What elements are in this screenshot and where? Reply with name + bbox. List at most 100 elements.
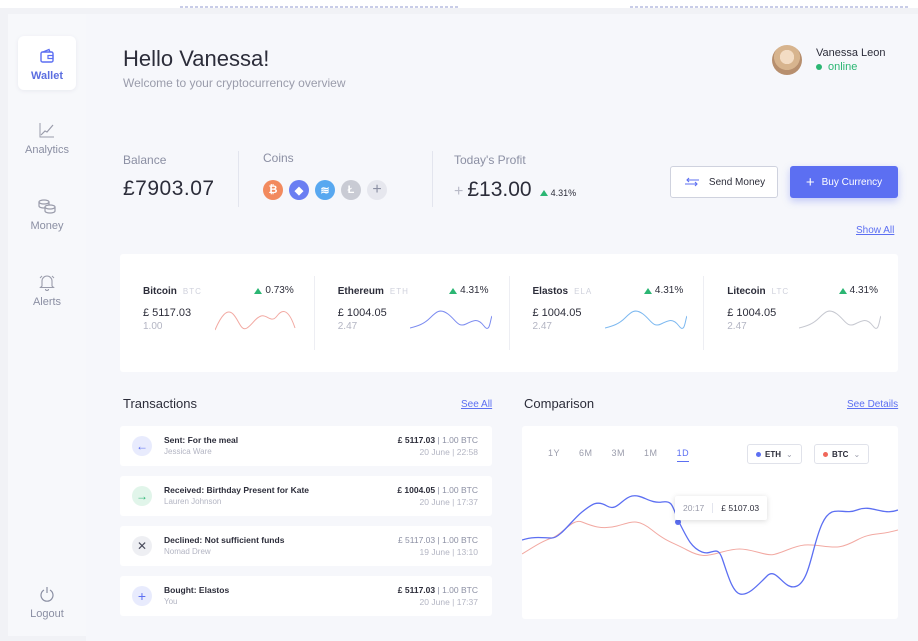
up-arrow-icon — [254, 287, 263, 294]
coins-icon — [37, 195, 57, 217]
profit-value: £13.00 — [467, 178, 532, 201]
send-money-button[interactable]: Send Money — [670, 166, 778, 198]
arrow-right-icon: → — [132, 486, 152, 506]
sidebar-item-alerts[interactable]: Alerts — [18, 262, 76, 316]
market-card-ethereum[interactable]: Ethereum ETH 4.31% £ 1004.05 2.47 — [315, 276, 510, 350]
market-card-elastos[interactable]: Elastos ELA 4.31% £ 1004.05 2.47 — [510, 276, 705, 350]
coin-list: ₿ ◆ ≋ Ł + — [263, 180, 393, 200]
avatar[interactable] — [772, 45, 802, 75]
market-card-bitcoin[interactable]: Bitcoin BTC 0.73% £ 5117.03 1.00 — [120, 276, 315, 350]
sparkline-ethereum — [409, 310, 492, 329]
buy-currency-button[interactable]: + Buy Currency — [790, 166, 898, 198]
transaction-row[interactable]: → Received: Birthday Present for Kate La… — [120, 476, 492, 516]
transaction-party: Lauren Johnson — [164, 497, 222, 506]
logout-button[interactable]: Logout — [18, 574, 76, 628]
user-status: online — [816, 61, 886, 73]
page-title: Hello Vanessa! — [123, 46, 270, 71]
profit-sign: + — [454, 183, 464, 200]
see-details-link[interactable]: See Details — [847, 399, 898, 410]
btc-series-line — [522, 520, 898, 556]
buy-currency-label: Buy Currency — [821, 176, 883, 188]
chart-icon — [38, 119, 56, 141]
chart-tooltip: 20:17 £ 5107.03 — [675, 496, 768, 520]
page-subtitle: Welcome to your cryptocurrency overview — [123, 76, 346, 90]
transaction-amount: £ 5117.03 | 1.00 BTC — [397, 585, 478, 595]
tooltip-value: £ 5107.03 — [721, 503, 760, 513]
comparison-title: Comparison — [524, 396, 595, 411]
market-amount: 1.00 — [143, 321, 163, 332]
balance-value: £7903.07 — [123, 177, 215, 200]
market-price: £ 5117.03 — [143, 307, 192, 319]
ethereum-coin-icon[interactable]: ◆ — [289, 180, 309, 200]
transactions-title: Transactions — [123, 396, 197, 411]
user-profile[interactable]: Vanessa Leon online — [772, 45, 886, 75]
market-change: 0.73% — [254, 285, 294, 296]
market-price: £ 1004.05 — [727, 307, 777, 319]
sidebar-item-money[interactable]: Money — [18, 186, 76, 240]
transaction-row[interactable]: ← Sent: For the meal Jessica Ware £ 5117… — [120, 426, 492, 466]
logout-label: Logout — [30, 607, 64, 620]
market-name: Elastos ELA — [532, 286, 593, 297]
transaction-amount: £ 5117.03 | 1.00 BTC — [397, 535, 478, 545]
profit-change: 4.31% — [539, 188, 577, 198]
comparison-chart — [522, 495, 898, 595]
transaction-title: Bought: Elastos — [164, 585, 230, 595]
main-panel: Hello Vanessa! Welcome to your cryptocur… — [86, 14, 918, 641]
power-icon — [39, 583, 55, 605]
market-cards: Bitcoin BTC 0.73% £ 5117.03 1.00 Ethereum… — [120, 254, 898, 372]
elastos-coin-icon[interactable]: ≋ — [315, 180, 335, 200]
add-coin-button[interactable]: + — [367, 180, 387, 200]
market-price: £ 1004.05 — [532, 307, 582, 319]
user-name: Vanessa Leon — [816, 47, 886, 59]
sidebar-item-wallet[interactable]: Wallet — [18, 36, 76, 90]
litecoin-coin-icon[interactable]: Ł — [341, 180, 361, 200]
sidebar-item-label: Money — [30, 219, 64, 232]
online-dot-icon — [816, 64, 822, 70]
sidebar: Wallet Analytics Money Alerts Logout — [8, 14, 86, 636]
transaction-party: Jessica Ware — [164, 447, 212, 456]
profit-change-text: 4.31% — [550, 188, 577, 198]
plus-icon: + — [132, 586, 152, 606]
transaction-row[interactable]: + Bought: Elastos You £ 5117.03 | 1.00 B… — [120, 576, 492, 616]
profit-label: Today's Profit — [454, 153, 526, 167]
sidebar-item-label: Analytics — [24, 143, 70, 156]
market-change: 4.31% — [643, 285, 683, 296]
transaction-title: Received: Birthday Present for Kate — [164, 485, 310, 495]
close-icon: ✕ — [132, 536, 152, 556]
market-name: Litecoin LTC — [727, 286, 790, 297]
transaction-amount: £ 1004.05 | 1.00 BTC — [397, 485, 478, 495]
sidebar-item-label: Alerts — [32, 295, 62, 308]
up-arrow-icon — [643, 287, 652, 294]
transaction-amount: £ 5117.03 | 1.00 BTC — [397, 435, 478, 445]
up-arrow-icon — [449, 287, 458, 294]
market-amount: 2.47 — [727, 321, 747, 332]
plus-icon: + — [805, 173, 815, 191]
transaction-date: 20 June | 22:58 — [419, 447, 478, 457]
market-amount: 2.47 — [337, 321, 358, 332]
market-name: Bitcoin BTC — [143, 286, 202, 297]
market-name: Ethereum ETH — [337, 286, 409, 297]
tooltip-time: 20:17 — [675, 503, 714, 513]
market-change: 4.31% — [838, 285, 878, 296]
bell-icon — [39, 271, 55, 293]
transaction-date: 19 June | 13:10 — [419, 547, 478, 557]
bitcoin-coin-icon[interactable]: ₿ — [263, 180, 283, 200]
sparkline-bitcoin — [215, 311, 296, 331]
user-status-text: online — [828, 61, 858, 73]
sidebar-item-analytics[interactable]: Analytics — [18, 110, 76, 164]
transfer-icon — [683, 176, 701, 188]
transaction-title: Declined: Not sufficient funds — [164, 535, 285, 545]
transaction-row[interactable]: ✕ Declined: Not sufficient funds Nomad D… — [120, 526, 492, 566]
send-money-label: Send Money — [708, 176, 766, 188]
sidebar-item-label: Wallet — [31, 69, 63, 82]
coins-label: Coins — [263, 151, 294, 165]
transaction-title: Sent: For the meal — [164, 435, 239, 445]
market-change: 4.31% — [449, 285, 489, 296]
see-all-link[interactable]: See All — [461, 399, 492, 410]
transaction-party: Nomad Drew — [164, 547, 211, 556]
sparkline-litecoin — [799, 310, 882, 329]
market-card-litecoin[interactable]: Litecoin LTC 4.31% £ 1004.05 2.47 — [704, 276, 898, 350]
comparison-chart-card: 1Y 6M 3M 1M 1D ETH ⌄ BTC ⌄ 20:17 £ 5107.… — [522, 426, 898, 619]
show-all-link[interactable]: Show All — [856, 225, 894, 236]
arrow-left-icon: ← — [132, 436, 152, 456]
